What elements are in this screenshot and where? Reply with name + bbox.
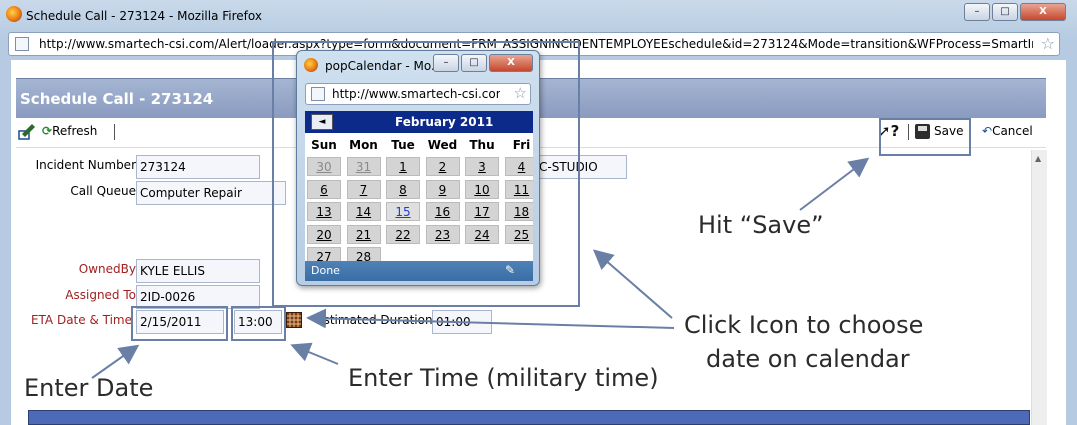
annotation-arrows [91,157,870,379]
click-icon-annotation-line2: date on calendar [706,345,910,373]
enter-time-annotation: Enter Time (military time) [348,364,659,392]
arrow-to-calendar-icon [306,308,675,329]
hit-save-annotation: Hit “Save” [698,211,824,239]
enter-date-annotation: Enter Date [24,374,154,402]
arrow-to-calendar [592,249,673,319]
arrow-to-time [290,342,339,365]
arrow-to-save [799,157,870,211]
click-icon-annotation: Click Icon to choose [684,311,924,339]
